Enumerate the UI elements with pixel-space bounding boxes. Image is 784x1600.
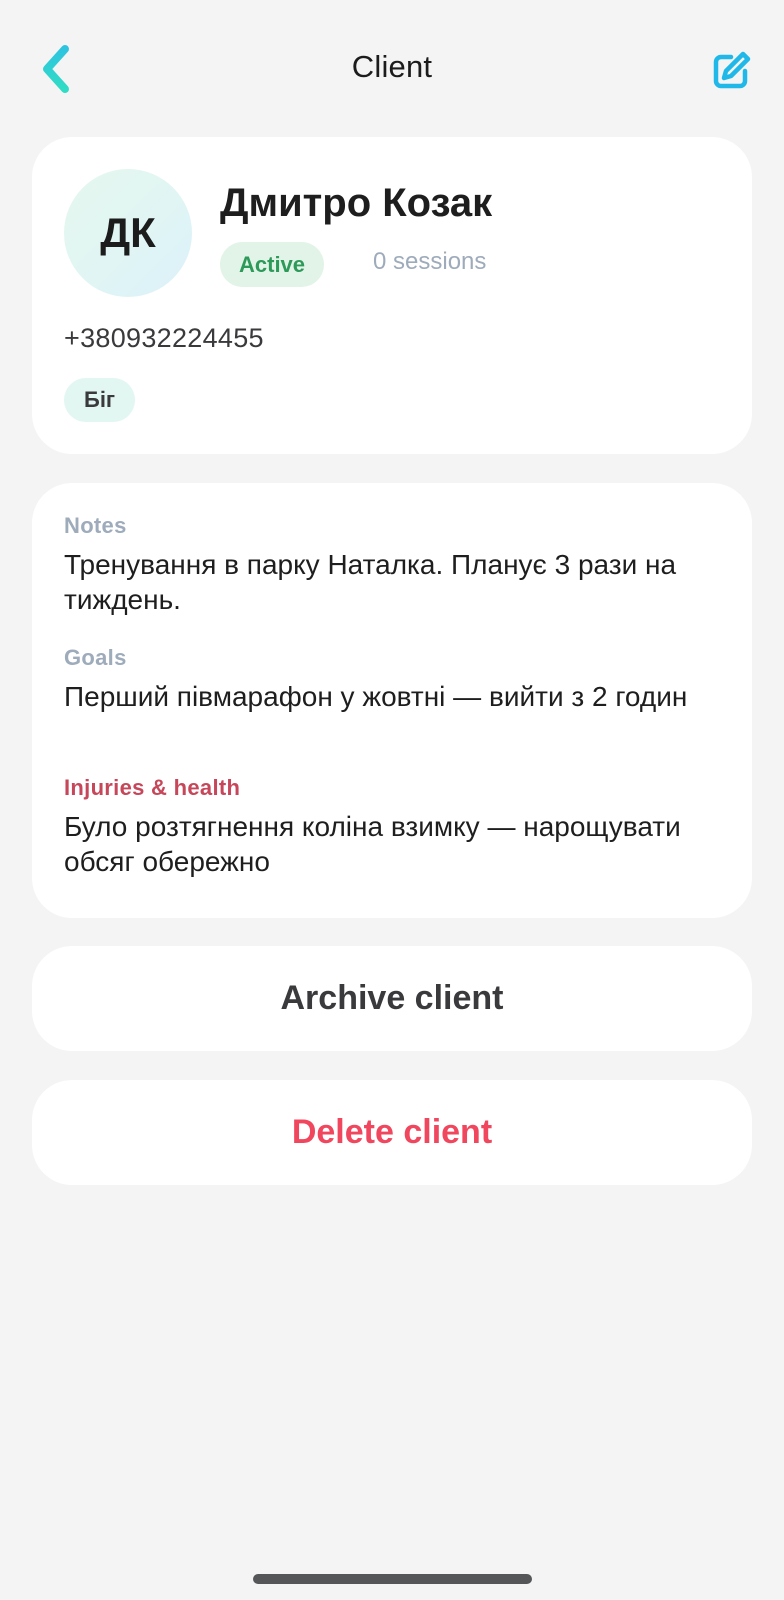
phone-number[interactable]: +380932224455 [64, 323, 264, 354]
injuries-text: Було розтягнення коліна взимку — нарощув… [64, 811, 681, 877]
injuries-label: Injuries & health [64, 775, 241, 800]
delete-client-button[interactable]: Delete client [32, 1080, 752, 1185]
notes-text: Тренування в парку Наталка. Планує 3 раз… [64, 549, 677, 615]
edit-icon [713, 51, 751, 89]
details-card: Notes Тренування в парку Наталка. Планує… [32, 483, 752, 918]
archive-client-button[interactable]: Archive client [32, 946, 752, 1051]
page-title: Client [351, 49, 433, 84]
avatar: ДК [64, 169, 192, 297]
tag-chip: Біг [64, 378, 136, 422]
sessions-count: 0 sessions [373, 248, 487, 275]
goals-text: Перший півмарафон у жовтні — вийти з 2 г… [64, 681, 688, 712]
archive-client-label: Archive client [280, 979, 504, 1017]
client-screen: Client ДК Дмитро Козак Active 0 sessions… [0, 0, 784, 1600]
header: Client [0, 0, 784, 140]
client-name: Дмитро Козак [220, 181, 493, 225]
edit-button[interactable] [708, 46, 756, 94]
profile-card: ДК Дмитро Козак Active 0 sessions +38093… [32, 137, 752, 454]
notes-label: Notes [64, 513, 127, 538]
delete-client-label: Delete client [291, 1113, 493, 1151]
status-badge: Active [220, 242, 325, 287]
goals-label: Goals [64, 645, 127, 670]
home-indicator [253, 1574, 532, 1584]
